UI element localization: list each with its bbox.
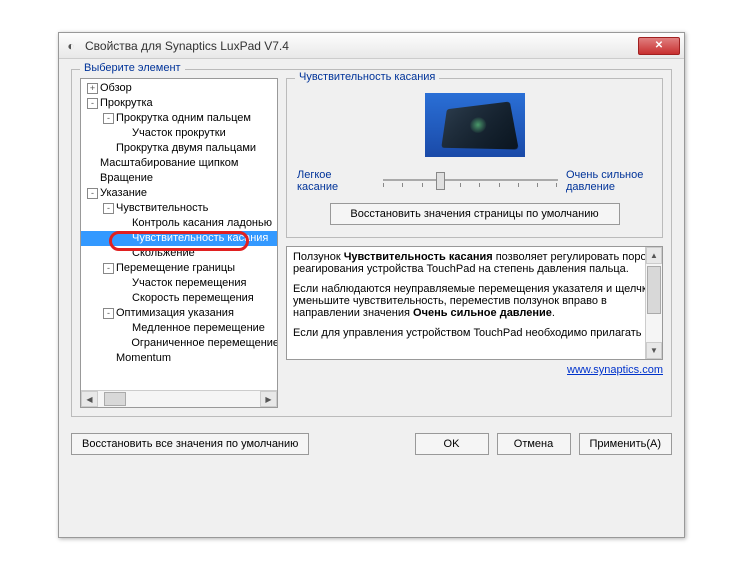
tree-item[interactable]: Участок прокрутки bbox=[81, 126, 277, 141]
tree-item[interactable]: Momentum bbox=[81, 351, 277, 366]
tree-item[interactable]: Контроль касания ладонью bbox=[81, 216, 277, 231]
tree-item-label: Оптимизация указания bbox=[116, 306, 234, 321]
touchpad-preview bbox=[425, 93, 525, 157]
slider-thumb[interactable] bbox=[436, 172, 445, 190]
tree-item-label: Вращение bbox=[100, 171, 153, 186]
cancel-button[interactable]: Отмена bbox=[497, 433, 571, 455]
tree-item[interactable]: -Указание bbox=[81, 186, 277, 201]
tree-item-label: Чувствительность bbox=[116, 201, 208, 216]
tree-item-label: Медленное перемещение bbox=[132, 321, 265, 336]
tree-item-label: Momentum bbox=[116, 351, 171, 366]
scroll-left-icon[interactable]: ◀ bbox=[81, 391, 98, 407]
tree-item-label: Ограниченное перемещение bbox=[131, 336, 277, 351]
tree-item[interactable]: Вращение bbox=[81, 171, 277, 186]
touchpad-icon bbox=[441, 101, 518, 149]
tree-item-label: Контроль касания ладонью bbox=[132, 216, 272, 231]
tree-item[interactable]: Чувствительность касания bbox=[81, 231, 277, 246]
tree-item[interactable]: Прокрутка двумя пальцами bbox=[81, 141, 277, 156]
desc-vscrollbar[interactable]: ▲ ▼ bbox=[645, 247, 662, 359]
main-fieldset: Выберите элемент +Обзор-Прокрутка-Прокру… bbox=[71, 69, 672, 417]
tree-item-label: Участок перемещения bbox=[132, 276, 246, 291]
tree-expand-icon[interactable]: - bbox=[103, 203, 114, 214]
tree-item[interactable]: -Чувствительность bbox=[81, 201, 277, 216]
scroll-right-icon[interactable]: ▶ bbox=[260, 391, 277, 407]
tree-item-label: Скольжение bbox=[132, 246, 195, 261]
titlebar[interactable]: ◐ Свойства для Synaptics LuxPad V7.4 ✕ bbox=[59, 33, 684, 59]
tree-expand-icon[interactable]: - bbox=[103, 308, 114, 319]
app-icon: ◐ bbox=[63, 38, 79, 54]
description-box: Ползунок Чувствительность касания позвол… bbox=[286, 246, 663, 360]
slider-label-right: Очень сильное давление bbox=[566, 169, 652, 193]
tree-item[interactable]: Масштабирование щипком bbox=[81, 156, 277, 171]
tree-item-label: Указание bbox=[100, 186, 147, 201]
tree-item[interactable]: Скольжение bbox=[81, 246, 277, 261]
reset-page-button[interactable]: Восстановить значения страницы по умолча… bbox=[330, 203, 620, 225]
restore-all-button[interactable]: Восстановить все значения по умолчанию bbox=[71, 433, 309, 455]
tree-item[interactable]: Ограниченное перемещение bbox=[81, 336, 277, 351]
tree-expand-icon[interactable]: + bbox=[87, 83, 98, 94]
tree-item-label: Чувствительность касания bbox=[132, 231, 268, 246]
tree-item-label: Скорость перемещения bbox=[132, 291, 254, 306]
apply-button[interactable]: Применить(A) bbox=[579, 433, 673, 455]
sensitivity-slider[interactable] bbox=[383, 169, 558, 193]
tree-expand-icon[interactable]: - bbox=[87, 98, 98, 109]
tree-item[interactable]: Медленное перемещение bbox=[81, 321, 277, 336]
vscroll-thumb[interactable] bbox=[647, 266, 661, 314]
hscroll-thumb[interactable] bbox=[104, 392, 126, 406]
slider-label-left: Легкое касание bbox=[297, 169, 375, 193]
tree-item[interactable]: -Прокрутка bbox=[81, 96, 277, 111]
tree-item-label: Перемещение границы bbox=[116, 261, 235, 276]
tree-item-label: Обзор bbox=[100, 81, 132, 96]
tree-expand-icon[interactable]: - bbox=[103, 113, 114, 124]
tree-item-label: Масштабирование щипком bbox=[100, 156, 238, 171]
tree-item[interactable]: Скорость перемещения bbox=[81, 291, 277, 306]
tree-expand-icon[interactable]: - bbox=[87, 188, 98, 199]
tree-view[interactable]: +Обзор-Прокрутка-Прокрутка одним пальцем… bbox=[80, 78, 278, 408]
properties-dialog: ◐ Свойства для Synaptics LuxPad V7.4 ✕ В… bbox=[58, 32, 685, 538]
tree-item-label: Участок прокрутки bbox=[132, 126, 226, 141]
tree-item[interactable]: Участок перемещения bbox=[81, 276, 277, 291]
fieldset-label: Выберите элемент bbox=[80, 62, 185, 74]
tree-item[interactable]: +Обзор bbox=[81, 81, 277, 96]
window-title: Свойства для Synaptics LuxPad V7.4 bbox=[85, 39, 638, 53]
tree-expand-icon[interactable]: - bbox=[103, 263, 114, 274]
close-button[interactable]: ✕ bbox=[638, 37, 680, 55]
scroll-up-icon[interactable]: ▲ bbox=[646, 247, 662, 264]
scroll-down-icon[interactable]: ▼ bbox=[646, 342, 662, 359]
tree-item[interactable]: -Прокрутка одним пальцем bbox=[81, 111, 277, 126]
tree-item-label: Прокрутка bbox=[100, 96, 153, 111]
synaptics-link[interactable]: www.synaptics.com bbox=[567, 364, 663, 376]
tree-item-label: Прокрутка одним пальцем bbox=[116, 111, 251, 126]
ok-button[interactable]: OK bbox=[415, 433, 489, 455]
sensitivity-group: Чувствительность касания Легкое касание bbox=[286, 78, 663, 238]
tree-item-label: Прокрутка двумя пальцами bbox=[116, 141, 256, 156]
tree-hscrollbar[interactable]: ◀ ▶ bbox=[81, 390, 277, 407]
group-label: Чувствительность касания bbox=[295, 71, 439, 83]
tree-item[interactable]: -Перемещение границы bbox=[81, 261, 277, 276]
tree-item[interactable]: -Оптимизация указания bbox=[81, 306, 277, 321]
